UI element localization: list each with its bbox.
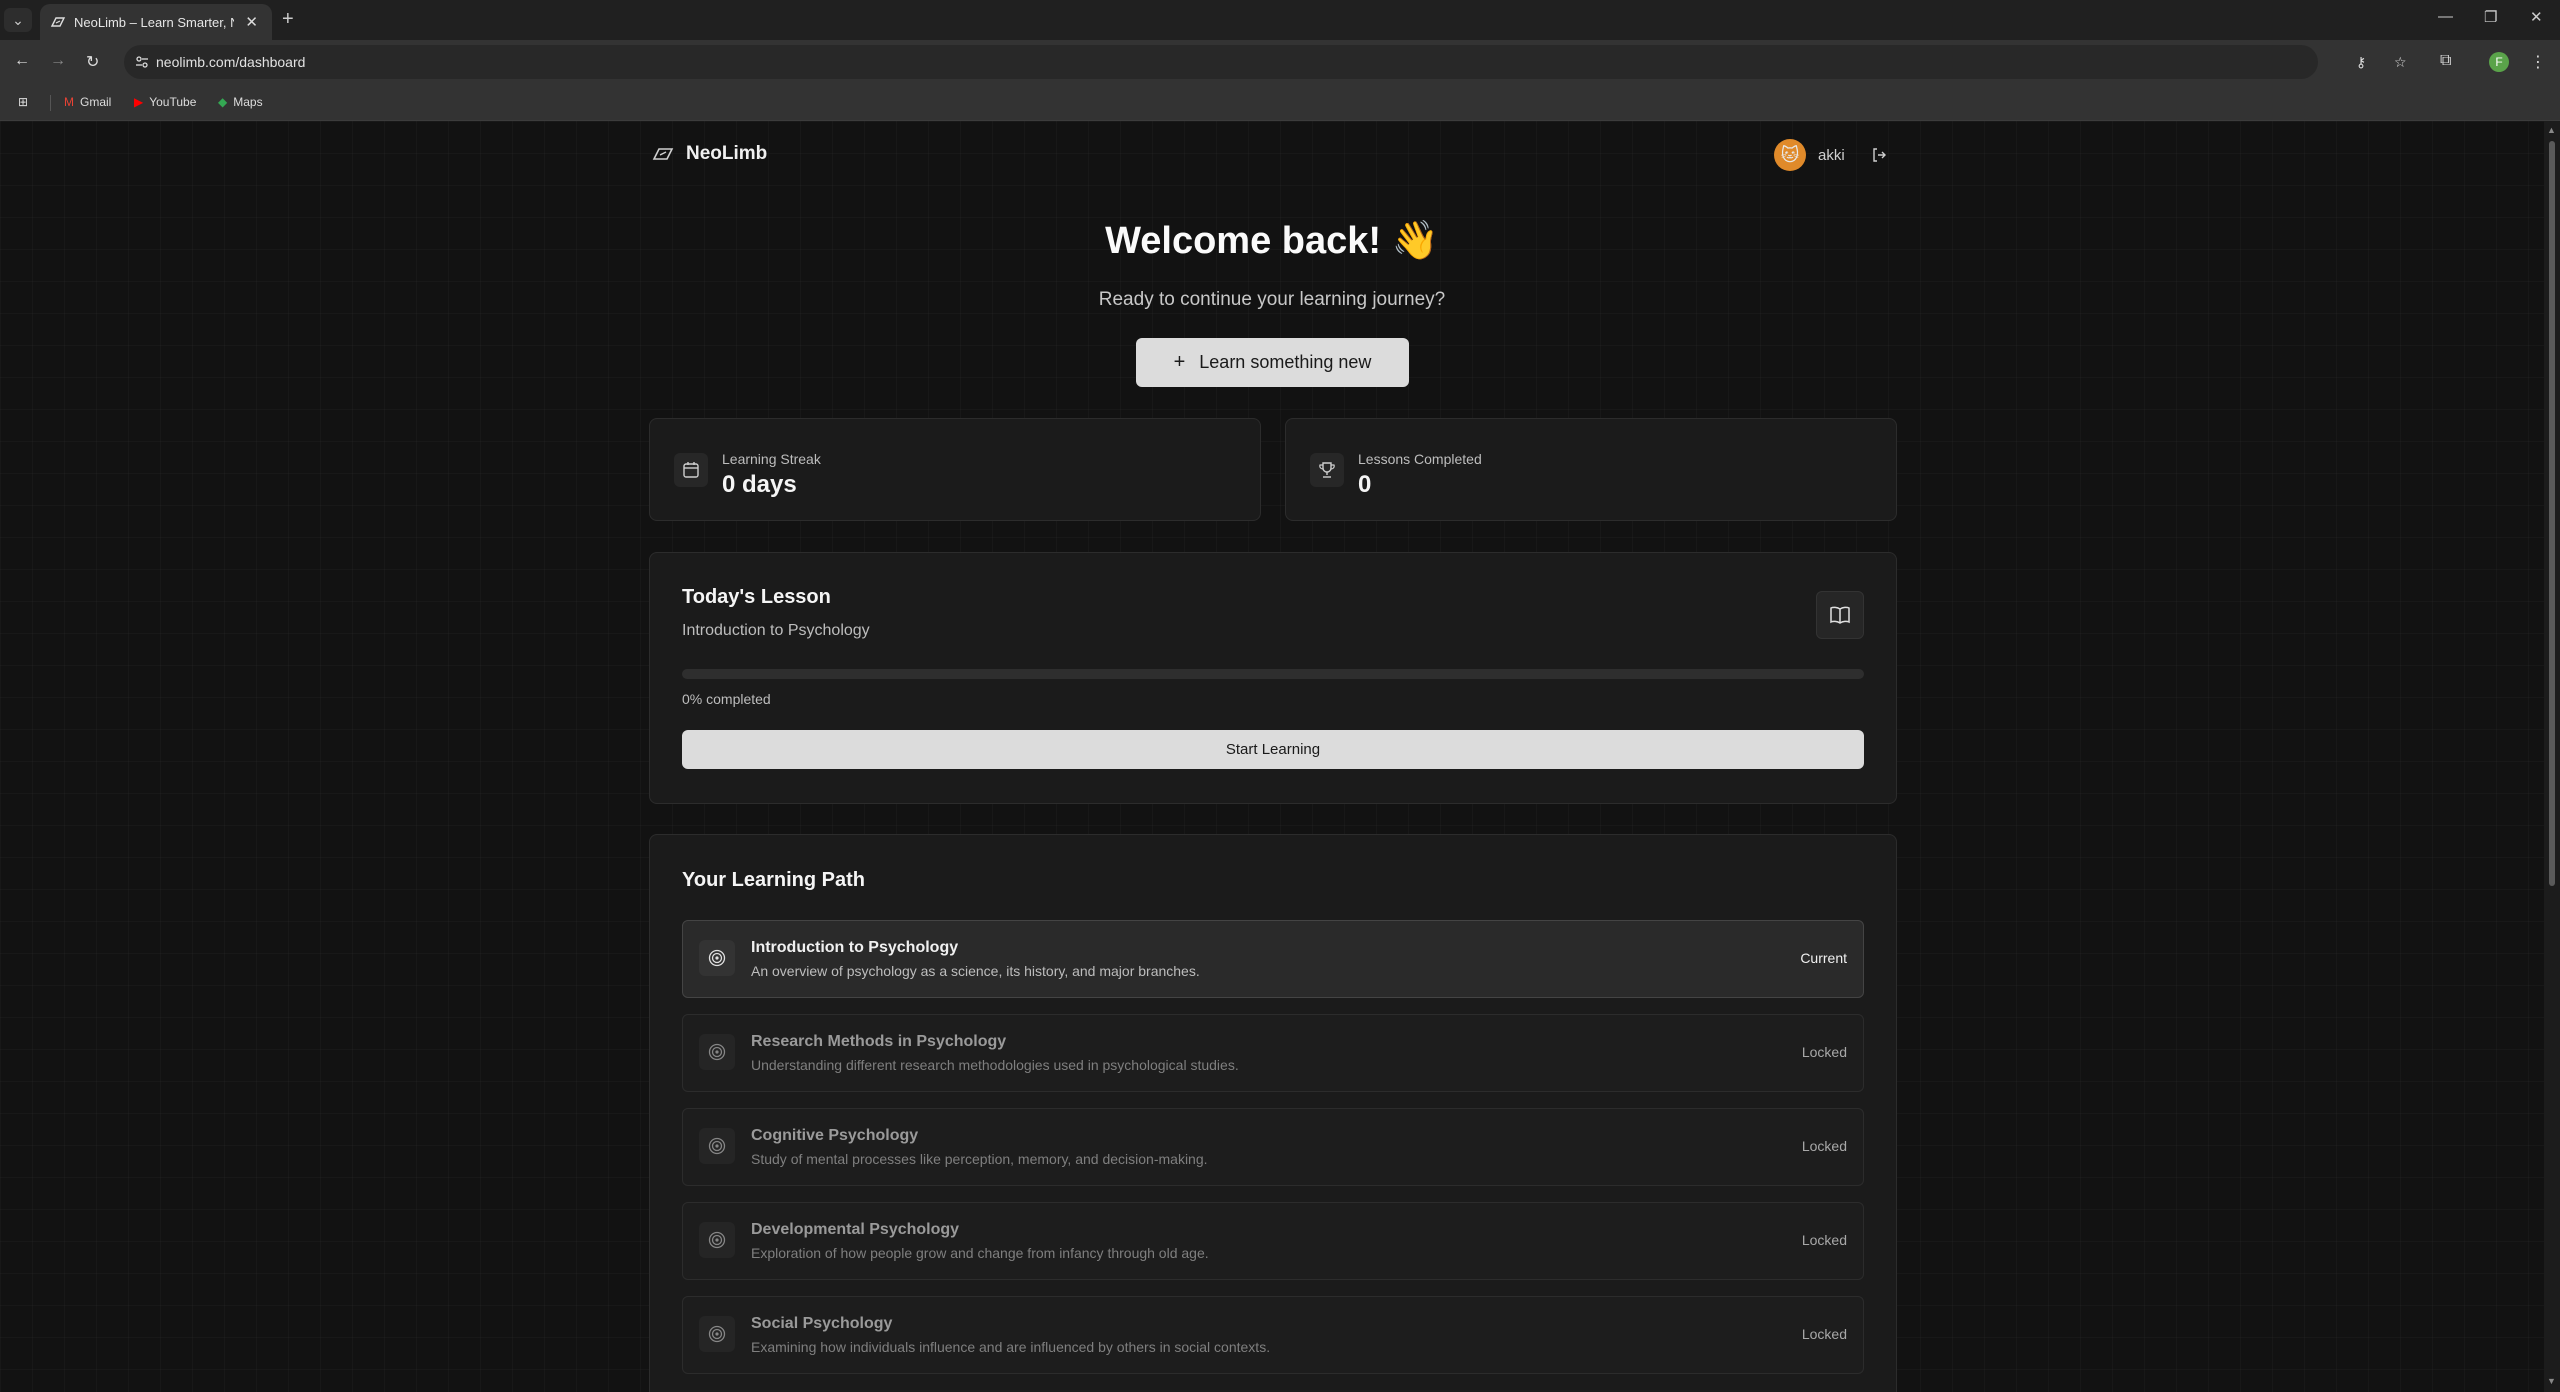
tab-title: NeoLimb – Learn Smarter, Not H [74, 14, 234, 30]
password-key-icon[interactable]: ⚷ [2356, 54, 2366, 71]
gmail-icon: M [64, 95, 74, 109]
tab-search-button[interactable]: ⌄ [4, 8, 32, 32]
path-item-title: Research Methods in Psychology [751, 1033, 1007, 1050]
path-item-introduction-to-psychology[interactable]: Introduction to Psychology An overview o… [682, 920, 1864, 998]
trophy-icon [1310, 453, 1344, 487]
learn-something-new-button[interactable]: + Learn something new [1136, 338, 1409, 387]
path-item-description: Examining how individuals influence and … [751, 1339, 1271, 1355]
minimize-icon[interactable]: — [2438, 8, 2453, 25]
browser-tab[interactable]: NeoLimb – Learn Smarter, Not H ✕ [40, 4, 272, 40]
browser-toolbar: ← → ↻ neolimb.com/dashboard ⚷ ☆ ⧉ F ⋮ [0, 40, 2560, 86]
target-icon [699, 1034, 735, 1070]
lessons-completed-card: Lessons Completed 0 [1285, 418, 1897, 521]
path-item-research-methods[interactable]: Research Methods in Psychology Understan… [682, 1014, 1864, 1092]
path-item-status: Locked [1801, 1138, 1847, 1154]
cat-avatar-icon: 🐱 [1780, 144, 1800, 165]
forward-icon[interactable]: → [50, 52, 66, 70]
path-item-cognitive-psychology[interactable]: Cognitive Psychology Study of mental pro… [682, 1108, 1864, 1186]
learning-path-card: Your Learning Path Introduction to Psych… [649, 834, 1897, 1392]
todays-lesson-name: Introduction to Psychology [682, 622, 870, 639]
start-learning-button[interactable]: Start Learning [682, 730, 1864, 769]
back-icon[interactable]: ← [14, 52, 30, 70]
youtube-icon: ▶ [134, 95, 144, 109]
open-book-button[interactable] [1816, 591, 1864, 639]
reload-icon[interactable]: ↻ [86, 52, 99, 72]
tab-strip: ⌄ NeoLimb – Learn Smarter, Not H ✕ + — ❐… [0, 0, 2560, 40]
close-window-icon[interactable]: ✕ [2530, 8, 2543, 26]
streak-label: Learning Streak [722, 451, 821, 467]
path-item-description: An overview of psychology as a science, … [751, 963, 1200, 979]
apps-grid-icon[interactable]: ⊞ [18, 95, 28, 109]
target-icon [699, 1222, 735, 1258]
lesson-progress-bar [682, 669, 1864, 679]
bookmarks-bar: ⊞ M Gmail ▶ YouTube ◆ Maps [0, 86, 2560, 121]
restore-icon[interactable]: ❐ [2484, 8, 2497, 26]
neolimb-logo-icon [652, 148, 674, 160]
extensions-icon[interactable]: ⧉ [2440, 52, 2451, 70]
page-scrollbar[interactable]: ▲ ▼ [2544, 121, 2560, 1392]
todays-lesson-card: Today's Lesson Introduction to Psycholog… [649, 552, 1897, 804]
path-item-description: Exploration of how people grow and chang… [751, 1245, 1209, 1261]
lessons-value: 0 [1358, 471, 1372, 498]
address-bar[interactable]: neolimb.com/dashboard ⚷ ☆ [124, 45, 2407, 79]
scrollbar-thumb[interactable] [2549, 141, 2555, 886]
path-item-description: Understanding different research methodo… [751, 1057, 1239, 1073]
path-item-status: Locked [1801, 1326, 1847, 1342]
page-subtitle: Ready to continue your learning journey? [1098, 289, 1446, 310]
path-item-description: Study of mental processes like perceptio… [751, 1151, 1208, 1167]
avatar[interactable]: 🐱 [1774, 139, 1806, 171]
username: akki [1818, 146, 1845, 164]
bookmark-gmail[interactable]: M Gmail [64, 95, 111, 109]
target-icon [699, 1316, 735, 1352]
target-icon [699, 940, 735, 976]
path-item-title: Developmental Psychology [751, 1221, 960, 1238]
streak-value: 0 days [722, 471, 797, 498]
path-item-title: Introduction to Psychology [751, 939, 959, 956]
user-menu: 🐱 akki [1774, 139, 1887, 171]
lessons-label: Lessons Completed [1358, 451, 1482, 467]
browser-menu-icon[interactable]: ⋮ [2530, 52, 2546, 72]
calendar-icon [674, 453, 708, 487]
path-item-title: Cognitive Psychology [751, 1127, 919, 1144]
bookmark-maps[interactable]: ◆ Maps [218, 95, 263, 109]
book-open-icon [1830, 606, 1850, 624]
chevron-down-icon: ⌄ [12, 11, 24, 28]
path-item-social-psychology[interactable]: Social Psychology Examining how individu… [682, 1296, 1864, 1374]
scroll-down-icon[interactable]: ▼ [2547, 1376, 2556, 1386]
learning-streak-card: Learning Streak 0 days [649, 418, 1261, 521]
neolimb-favicon-icon [50, 17, 66, 27]
path-item-title: Social Psychology [751, 1315, 893, 1332]
logout-icon[interactable] [1871, 147, 1887, 163]
close-tab-icon[interactable]: ✕ [245, 13, 258, 31]
site-info-icon[interactable] [134, 54, 150, 70]
bookmark-star-icon[interactable]: ☆ [2394, 54, 2407, 71]
url-text: neolimb.com/dashboard [156, 54, 306, 70]
plus-icon: + [1173, 351, 1186, 373]
path-item-status: Locked [1801, 1044, 1847, 1060]
dashboard-page: NeoLimb 🐱 akki Welcome back! 👋 Ready to … [0, 121, 2544, 1392]
profile-avatar[interactable]: F [2489, 52, 2509, 72]
page-title: Welcome back! 👋 [1105, 220, 1439, 262]
bookmark-youtube[interactable]: ▶ YouTube [134, 95, 196, 109]
path-item-status: Current [1800, 950, 1847, 966]
maps-icon: ◆ [218, 95, 228, 109]
path-item-status: Locked [1801, 1232, 1847, 1248]
scroll-up-icon[interactable]: ▲ [2547, 125, 2556, 135]
new-tab-icon[interactable]: + [282, 9, 294, 29]
brand-logo[interactable]: NeoLimb [652, 143, 767, 165]
target-icon [699, 1128, 735, 1164]
brand-name: NeoLimb [686, 143, 768, 164]
progress-text: 0% completed [682, 691, 771, 707]
todays-lesson-title: Today's Lesson [682, 586, 831, 608]
bookmark-separator [50, 95, 51, 111]
path-item-developmental-psychology[interactable]: Developmental Psychology Exploration of … [682, 1202, 1864, 1280]
learning-path-title: Your Learning Path [682, 869, 865, 891]
